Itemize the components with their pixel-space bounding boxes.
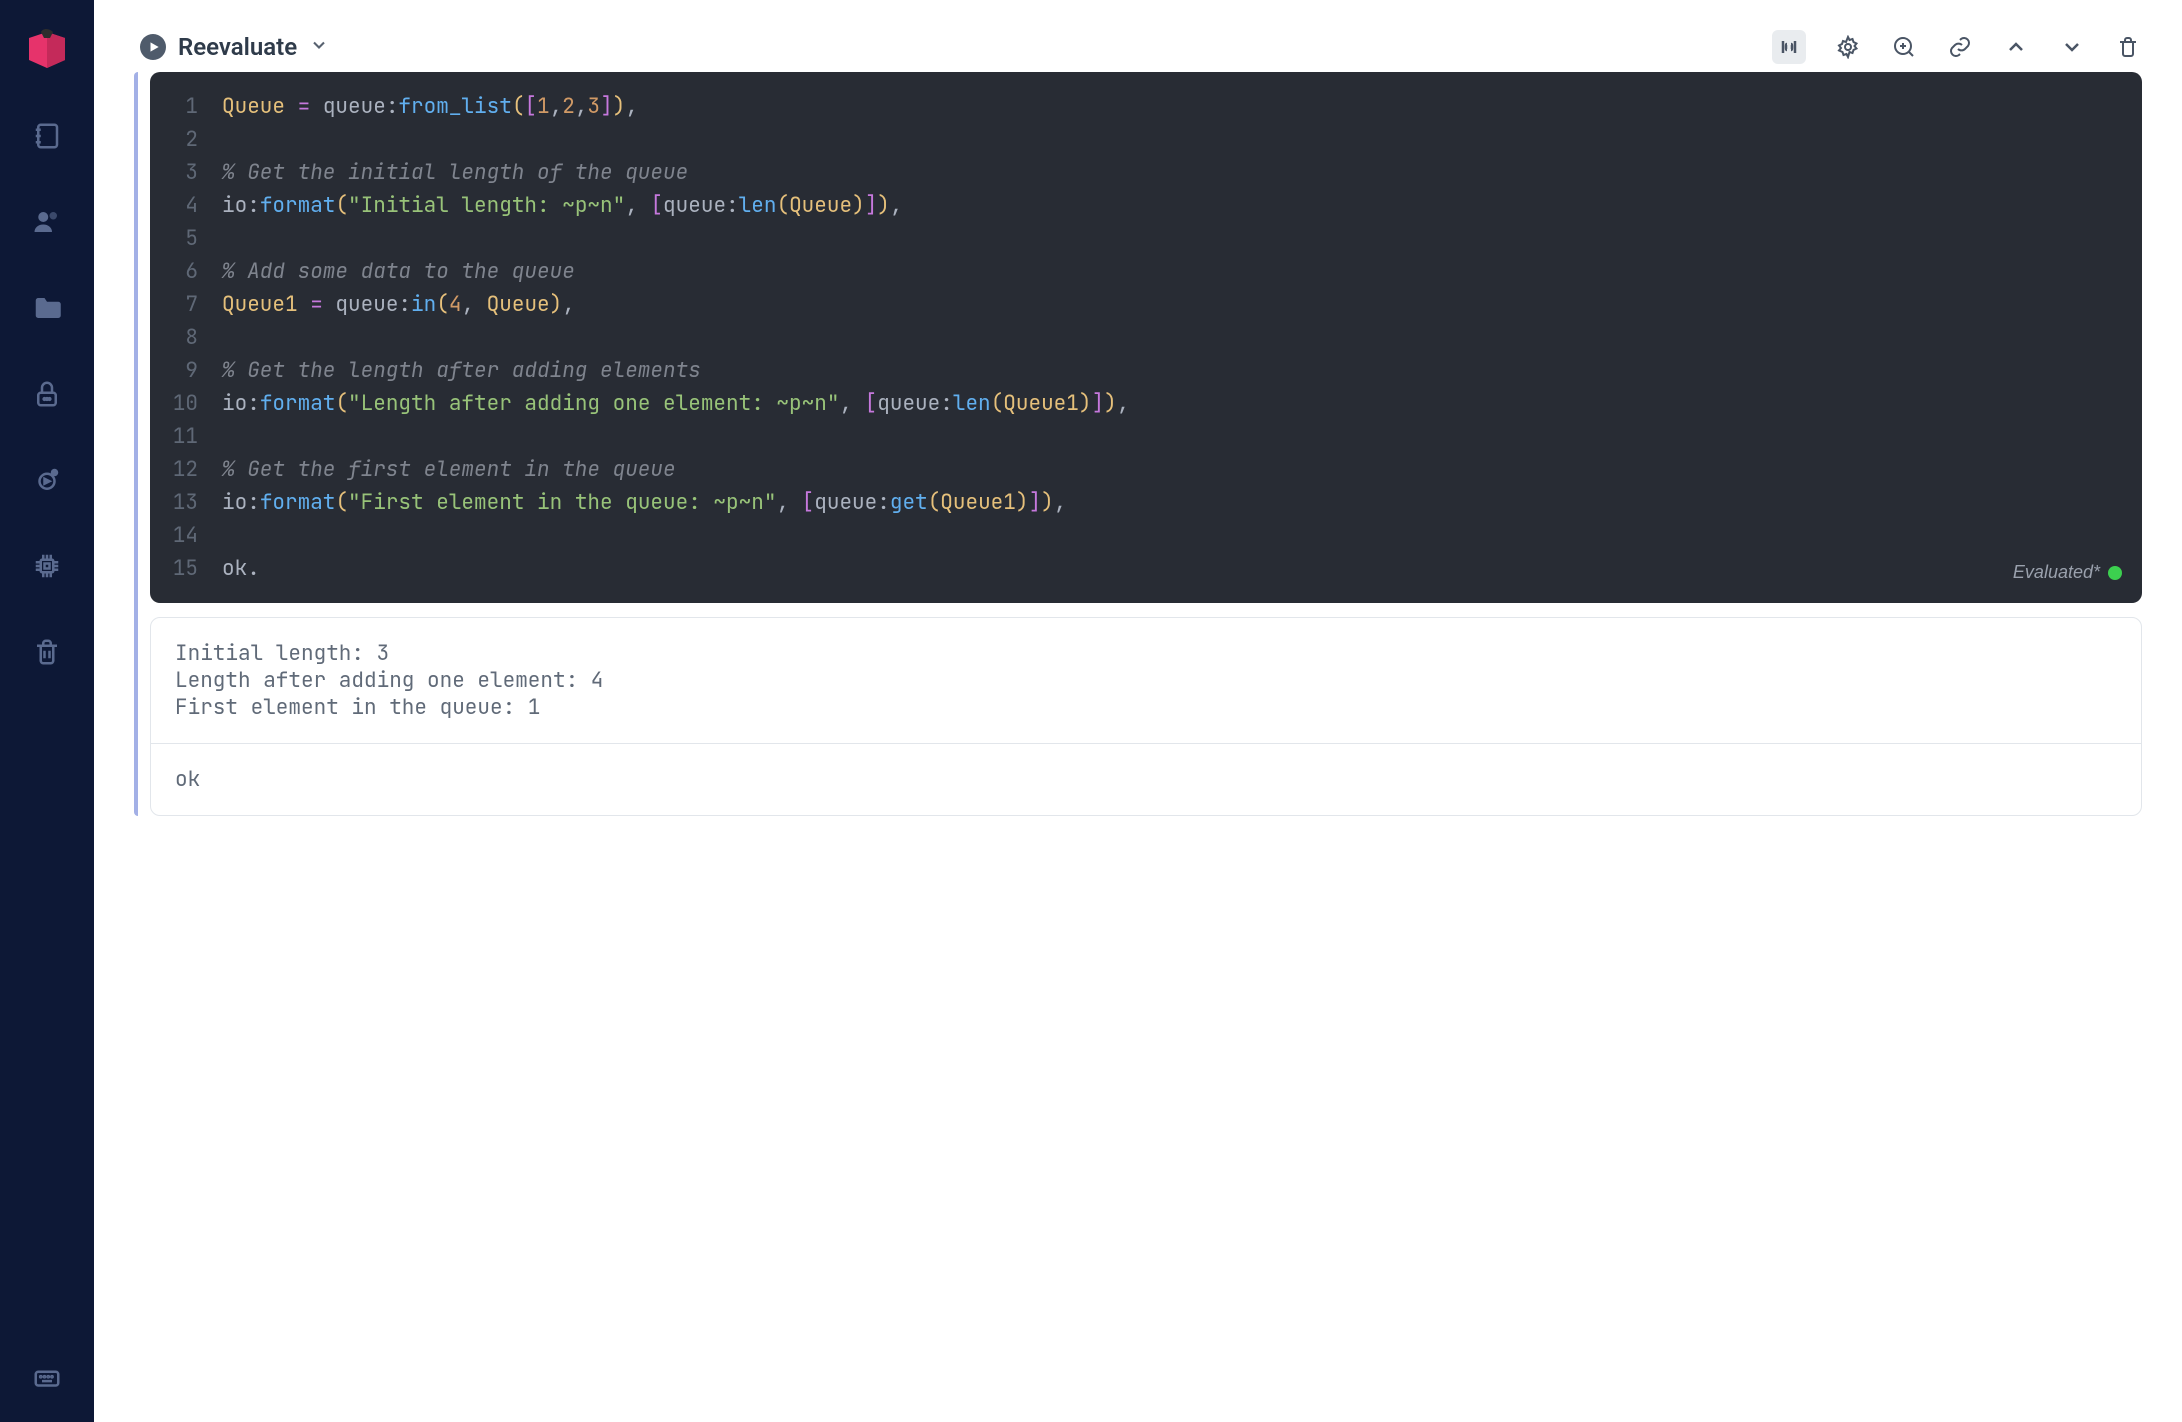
- sidebar-keyboard-icon[interactable]: [25, 1356, 69, 1400]
- line-number: 5: [150, 222, 222, 255]
- code-line[interactable]: 3% Get the initial length of the queue: [150, 156, 2122, 189]
- reevaluate-label[interactable]: Reevaluate: [178, 33, 297, 61]
- sidebar-folder-icon[interactable]: [25, 286, 69, 330]
- code-line[interactable]: 9% Get the length after adding elements: [150, 354, 2122, 387]
- code-content[interactable]: [222, 519, 235, 552]
- sidebar-chip-icon[interactable]: [25, 544, 69, 588]
- line-number: 7: [150, 288, 222, 321]
- line-number: 3: [150, 156, 222, 189]
- sidebar: [0, 0, 94, 1422]
- line-number: 1: [150, 90, 222, 123]
- code-content[interactable]: io:format("Initial length: ~p~n", [queue…: [222, 189, 903, 222]
- line-number: 11: [150, 420, 222, 453]
- line-number: 12: [150, 453, 222, 486]
- code-line[interactable]: 2: [150, 123, 2122, 156]
- line-number: 2: [150, 123, 222, 156]
- code-content[interactable]: ok.: [222, 552, 260, 585]
- code-line[interactable]: 15ok.: [150, 552, 2122, 585]
- line-number: 13: [150, 486, 222, 519]
- sidebar-users-icon[interactable]: [25, 200, 69, 244]
- app-root: Reevaluate: [0, 0, 2182, 1422]
- toggle-code-button[interactable]: [1772, 30, 1806, 64]
- run-cell-button[interactable]: [140, 34, 166, 60]
- code-line[interactable]: 1Queue = queue:from_list([1,2,3]),: [150, 90, 2122, 123]
- cell-toolbar: Reevaluate: [134, 30, 2142, 64]
- line-number: 14: [150, 519, 222, 552]
- code-content[interactable]: % Get the length after adding elements: [222, 354, 701, 387]
- code-line[interactable]: 8: [150, 321, 2122, 354]
- zoom-in-button[interactable]: [1890, 33, 1918, 61]
- toolbar-right: [1772, 30, 2142, 64]
- code-line[interactable]: 7Queue1 = queue:in(4, Queue),: [150, 288, 2122, 321]
- settings-button[interactable]: [1834, 33, 1862, 61]
- reevaluate-dropdown-icon[interactable]: [309, 35, 329, 59]
- code-content[interactable]: [222, 420, 235, 453]
- status-label: Evaluated*: [2013, 556, 2100, 589]
- evaluation-status: Evaluated*: [2013, 556, 2122, 589]
- code-line[interactable]: 10io:format("Length after adding one ele…: [150, 387, 2122, 420]
- status-dot-icon: [2108, 566, 2122, 580]
- code-content[interactable]: [222, 222, 235, 255]
- sidebar-runtime-icon[interactable]: [25, 458, 69, 502]
- code-content[interactable]: [222, 321, 235, 354]
- code-content[interactable]: io:format("Length after adding one eleme…: [222, 387, 1129, 420]
- output-result: ok: [151, 743, 2141, 815]
- move-up-button[interactable]: [2002, 33, 2030, 61]
- code-cell: 1Queue = queue:from_list([1,2,3]),2 3% G…: [134, 72, 2142, 816]
- code-content[interactable]: % Add some data to the queue: [222, 255, 575, 288]
- code-content[interactable]: Queue = queue:from_list([1,2,3]),: [222, 90, 638, 123]
- code-line[interactable]: 5: [150, 222, 2122, 255]
- line-number: 10: [150, 387, 222, 420]
- main-content: Reevaluate: [94, 0, 2182, 1422]
- app-logo[interactable]: [23, 24, 71, 72]
- sidebar-notebook-icon[interactable]: [25, 114, 69, 158]
- output-stdout: Initial length: 3 Length after adding on…: [151, 618, 2141, 743]
- code-line[interactable]: 12% Get the first element in the queue: [150, 453, 2122, 486]
- code-content[interactable]: % Get the first element in the queue: [222, 453, 676, 486]
- line-number: 15: [150, 552, 222, 585]
- code-line[interactable]: 14: [150, 519, 2122, 552]
- code-line[interactable]: 4io:format("Initial length: ~p~n", [queu…: [150, 189, 2122, 222]
- line-number: 4: [150, 189, 222, 222]
- line-number: 9: [150, 354, 222, 387]
- toolbar-left: Reevaluate: [140, 33, 329, 61]
- output-panel: Initial length: 3 Length after adding on…: [150, 617, 2142, 816]
- link-button[interactable]: [1946, 33, 1974, 61]
- move-down-button[interactable]: [2058, 33, 2086, 61]
- code-content[interactable]: Queue1 = queue:in(4, Queue),: [222, 288, 575, 321]
- code-editor[interactable]: 1Queue = queue:from_list([1,2,3]),2 3% G…: [150, 72, 2142, 603]
- code-content[interactable]: % Get the initial length of the queue: [222, 156, 688, 189]
- code-content[interactable]: [222, 123, 235, 156]
- code-content[interactable]: io:format("First element in the queue: ~…: [222, 486, 1066, 519]
- code-line[interactable]: 6% Add some data to the queue: [150, 255, 2122, 288]
- code-line[interactable]: 13io:format("First element in the queue:…: [150, 486, 2122, 519]
- line-number: 6: [150, 255, 222, 288]
- line-number: 8: [150, 321, 222, 354]
- code-line[interactable]: 11: [150, 420, 2122, 453]
- delete-cell-button[interactable]: [2114, 33, 2142, 61]
- sidebar-lock-icon[interactable]: [25, 372, 69, 416]
- sidebar-trash-icon[interactable]: [25, 630, 69, 674]
